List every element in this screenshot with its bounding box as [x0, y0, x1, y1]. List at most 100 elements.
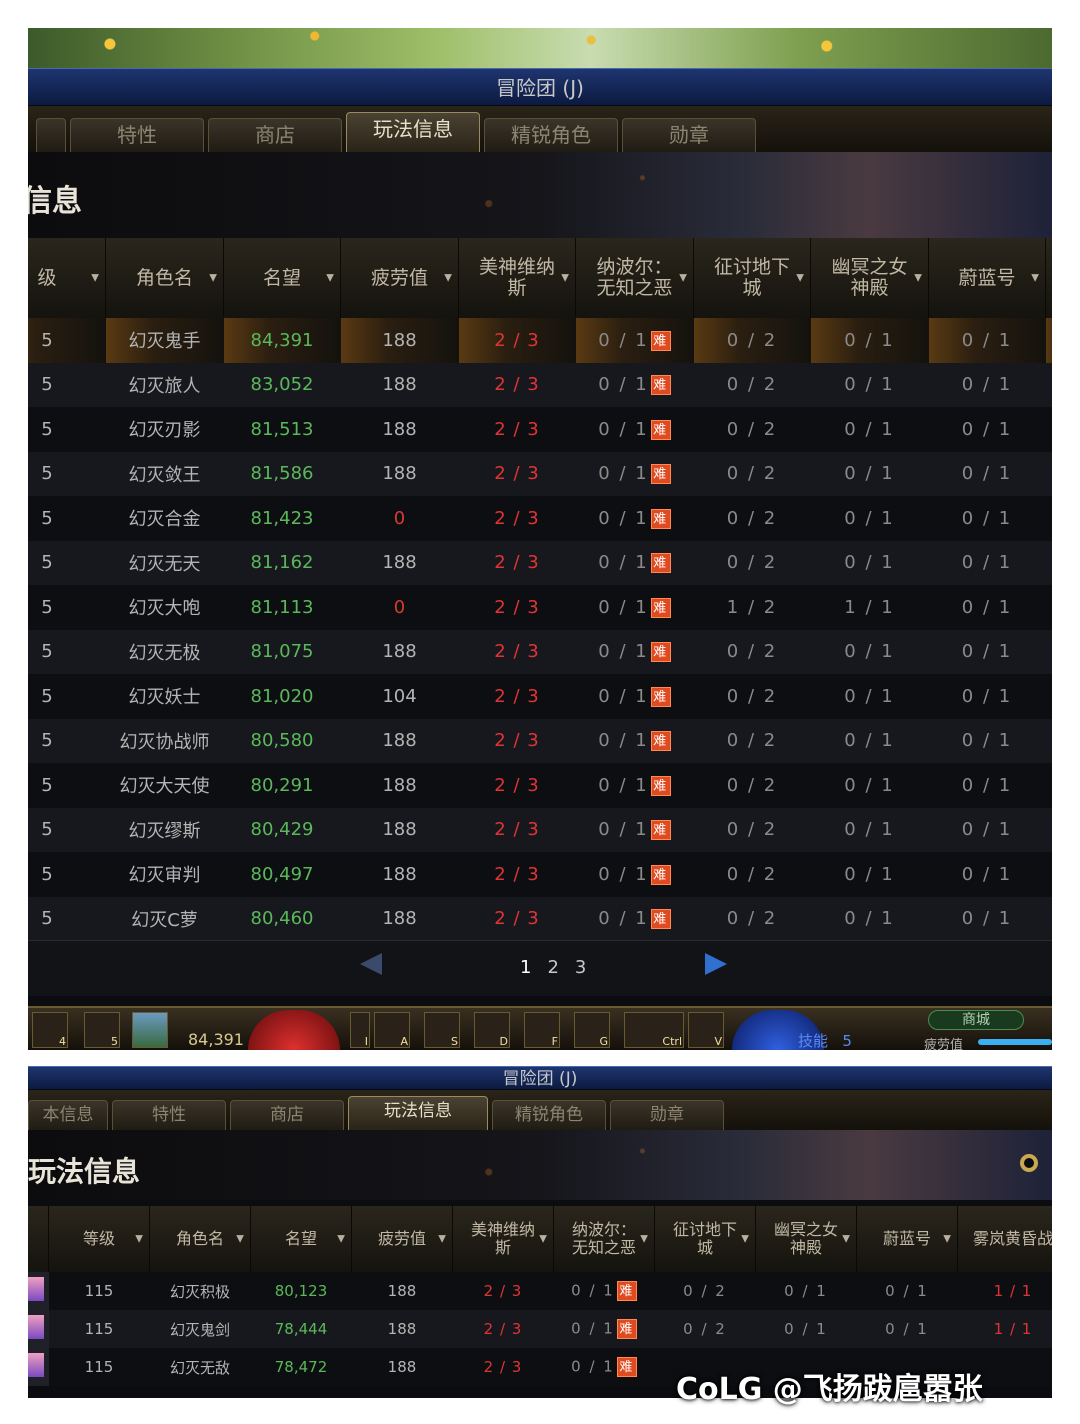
- col-goddess[interactable]: 幽冥之女神殿 ▼: [810, 238, 929, 318]
- table-row[interactable]: 5 幻灭C萝 80,460 188 2 / 30 / 1难0 / 20 / 10 / 1: [28, 896, 1052, 941]
- cell-venus-value: 2 / 3: [494, 507, 540, 529]
- skill-slot[interactable]: I: [350, 1012, 370, 1048]
- col-name[interactable]: 角色名 ▼: [105, 238, 224, 318]
- skill-slot[interactable]: S: [424, 1012, 460, 1048]
- cell-dungeon: 0 / 2: [693, 629, 811, 674]
- next-page-icon[interactable]: [705, 953, 727, 975]
- cell-fatigue: 104: [340, 674, 459, 719]
- table-row[interactable]: 5 幻灭妖士 81,020 104 2 / 30 / 1难0 / 20 / 10 / 1: [28, 674, 1052, 719]
- tab-gameplay-info[interactable]: 玩法信息: [346, 112, 480, 152]
- cell-name-value: 幻灭大咆: [128, 598, 201, 620]
- cell-overflow: [1045, 318, 1052, 363]
- page-2[interactable]: 2: [547, 957, 558, 978]
- shop-button[interactable]: 商城: [928, 1010, 1024, 1030]
- tab-traits[interactable]: 特性: [112, 1100, 226, 1130]
- tab-medals[interactable]: 勋章: [610, 1100, 724, 1130]
- cell-dungeon-value: 0 / 2: [726, 552, 778, 574]
- skill-slot[interactable]: F: [524, 1012, 560, 1048]
- cell-dungeon: 0 / 2: [693, 852, 811, 897]
- cell-napol: 0 / 1难: [575, 674, 694, 719]
- prev-page-icon[interactable]: [360, 953, 382, 975]
- table-row[interactable]: 5 幻灭大咆 81,113 0 2 / 30 / 1难1 / 21 / 10 / 1: [28, 585, 1052, 630]
- skill-slot[interactable]: G: [574, 1012, 610, 1048]
- col-azure[interactable]: 蔚蓝号 ▼: [928, 238, 1046, 318]
- cell-level: 5: [28, 674, 106, 719]
- tab-shop[interactable]: 商店: [208, 118, 342, 152]
- col-venus[interactable]: 美神维纳斯 ▼: [458, 238, 576, 318]
- col-azure[interactable]: 蔚蓝号 ▼: [856, 1206, 958, 1272]
- character-portrait-icon: [28, 1315, 44, 1339]
- cell-level-value: 5: [41, 908, 53, 930]
- tab-elite-characters[interactable]: 精锐角色: [492, 1100, 606, 1130]
- table-row[interactable]: 5 幻灭旅人 83,052 188 2 / 30 / 1难0 / 20 / 10 / 1: [28, 362, 1052, 407]
- col-napol[interactable]: 纳波尔：无知之恶 ▼: [553, 1206, 655, 1272]
- col-venus[interactable]: 美神维纳斯 ▼: [452, 1206, 554, 1272]
- sort-arrow-icon: ▼: [842, 1233, 850, 1245]
- table-row[interactable]: 5 幻灭无天 81,162 188 2 / 30 / 1难0 / 20 / 10 / 1: [28, 540, 1052, 585]
- cell-fatigue-value: 188: [382, 552, 417, 574]
- cell-venus-value: 2 / 3: [494, 774, 540, 796]
- table-row[interactable]: 5 幻灭敛王 81,586 188 2 / 30 / 1难0 / 20 / 10 / 1: [28, 451, 1052, 496]
- cell-fame-value: 80,497: [250, 863, 314, 885]
- window-title: 冒险团 (J): [28, 1066, 1052, 1090]
- table-row[interactable]: 5 幻灭合金 81,423 0 2 / 30 / 1难0 / 20 / 10 / 1: [28, 496, 1052, 541]
- tab-elite-characters[interactable]: 精锐角色: [484, 118, 618, 152]
- tab-traits[interactable]: 特性: [70, 118, 204, 152]
- cell-azure: 0 / 1: [928, 718, 1046, 763]
- col-fatigue[interactable]: 疲劳值 ▼: [340, 238, 459, 318]
- col-avatar: [28, 1206, 49, 1272]
- potion-slot[interactable]: 4: [32, 1012, 68, 1048]
- col-dungeon[interactable]: 征讨地下城 ▼: [654, 1206, 756, 1272]
- col-fame[interactable]: 名望 ▼: [223, 238, 341, 318]
- page-1[interactable]: 1: [520, 957, 531, 978]
- tab-medals[interactable]: 勋章: [622, 118, 756, 152]
- col-napol[interactable]: 纳波尔：无知之恶 ▼: [575, 238, 694, 318]
- col-napol-label: 纳波尔：无知之恶: [596, 256, 673, 299]
- cell-fatigue: 188: [340, 763, 459, 808]
- gear-icon[interactable]: [1020, 1154, 1038, 1172]
- tab-basic-info[interactable]: 本信息: [28, 1100, 108, 1130]
- page-3[interactable]: 3: [575, 957, 586, 978]
- col-fatigue[interactable]: 疲劳值 ▼: [351, 1206, 453, 1272]
- table-row[interactable]: 5 幻灭无极 81,075 188 2 / 30 / 1难0 / 20 / 10 / 1: [28, 629, 1052, 674]
- cell-dungeon: 0 / 2: [654, 1310, 756, 1348]
- col-level[interactable]: 等级 ▼: [48, 1206, 150, 1272]
- hard-mode-icon: 难: [650, 775, 671, 796]
- minimap-thumbnail[interactable]: [132, 1012, 168, 1048]
- table-row[interactable]: 115 幻灭积极 80,123 188 2 / 30 / 1难0 / 20 / 10 /…: [28, 1272, 1052, 1310]
- skill-slot[interactable]: A: [374, 1012, 410, 1048]
- col-fame[interactable]: 名望 ▼: [250, 1206, 352, 1272]
- potion-slot[interactable]: 5: [84, 1012, 120, 1048]
- table-row[interactable]: 5 幻灭协战师 80,580 188 2 / 30 / 1难0 / 20 / 10 / …: [28, 718, 1052, 763]
- skill-points[interactable]: 技能 5: [798, 1030, 852, 1050]
- tab-gameplay-info[interactable]: 玩法信息: [348, 1096, 488, 1130]
- table-row[interactable]: 5 幻灭鬼手 84,391 188 2 / 30 / 1难0 / 20 / 10 / 1: [28, 318, 1052, 363]
- table-row[interactable]: 5 幻灭审判 80,497 188 2 / 30 / 1难0 / 20 / 10 / 1: [28, 852, 1052, 897]
- section-title: 玩法信息: [28, 1155, 141, 1188]
- tab-shop[interactable]: 商店: [230, 1100, 344, 1130]
- sort-arrow-icon: ▼: [539, 1233, 547, 1245]
- table-row[interactable]: 115 幻灭鬼剑 78,444 188 2 / 30 / 1难0 / 20 / 10 /…: [28, 1310, 1052, 1348]
- table-row[interactable]: 5 幻灭缪斯 80,429 188 2 / 30 / 1难0 / 20 / 10 / 1: [28, 807, 1052, 852]
- col-goddess[interactable]: 幽冥之女神殿 ▼: [755, 1206, 857, 1272]
- hotkey: F: [551, 1035, 558, 1048]
- skill-slot[interactable]: Ctrl: [624, 1012, 684, 1048]
- col-level[interactable]: 级 ▼: [28, 238, 106, 318]
- skill-slot[interactable]: D: [474, 1012, 510, 1048]
- table-row[interactable]: 5 幻灭刃影 81,513 188 2 / 30 / 1难0 / 20 / 10 / 1: [28, 407, 1052, 452]
- cell-name-value: 幻灭缪斯: [128, 820, 201, 842]
- cell-goddess: 0 / 1: [810, 496, 929, 541]
- table-row[interactable]: 5 幻灭大天使 80,291 188 2 / 30 / 1难0 / 20 / 10 / …: [28, 763, 1052, 808]
- col-dungeon[interactable]: 征讨地下城 ▼: [693, 238, 811, 318]
- tab-basic-info[interactable]: [36, 118, 66, 152]
- cell-goddess: 0 / 1: [810, 540, 929, 585]
- table-body: 5 幻灭鬼手 84,391 188 2 / 30 / 1难0 / 20 / 10 / 1…: [28, 318, 1052, 941]
- cell-fatigue-value: 188: [382, 418, 417, 440]
- cell-azure: 0 / 1: [928, 496, 1046, 541]
- skill-slot[interactable]: V: [688, 1012, 724, 1048]
- cell-level: 5: [28, 896, 106, 941]
- cell-azure: 0 / 1: [856, 1310, 958, 1348]
- col-name[interactable]: 角色名 ▼: [149, 1206, 251, 1272]
- col-dusk[interactable]: 雾岚黄昏战▼: [957, 1206, 1052, 1272]
- cell-venus: 2 / 3: [458, 763, 576, 808]
